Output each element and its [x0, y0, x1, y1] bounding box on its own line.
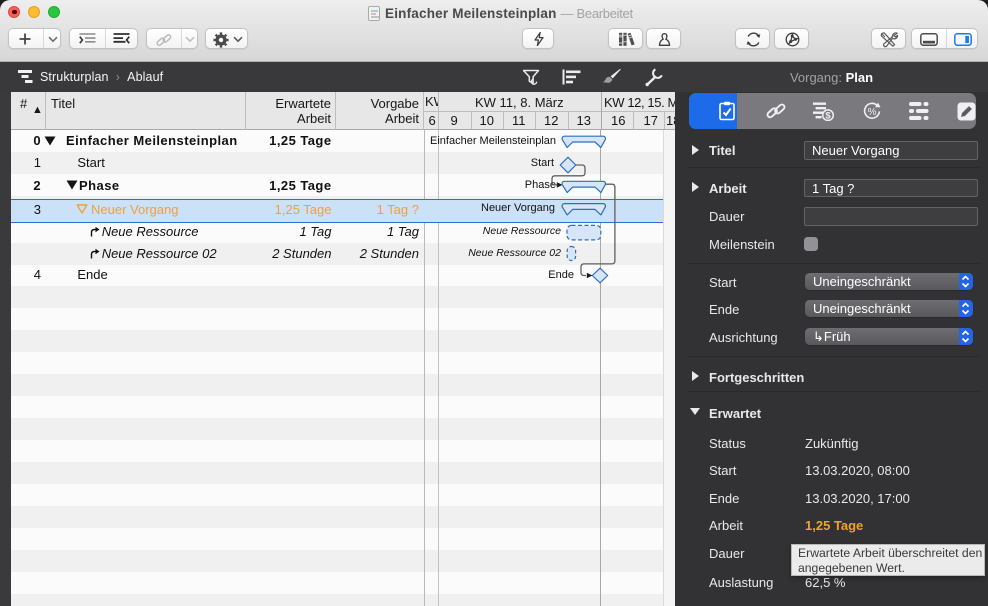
svg-text:$: $ [825, 111, 831, 121]
svg-text:%: % [868, 107, 877, 118]
